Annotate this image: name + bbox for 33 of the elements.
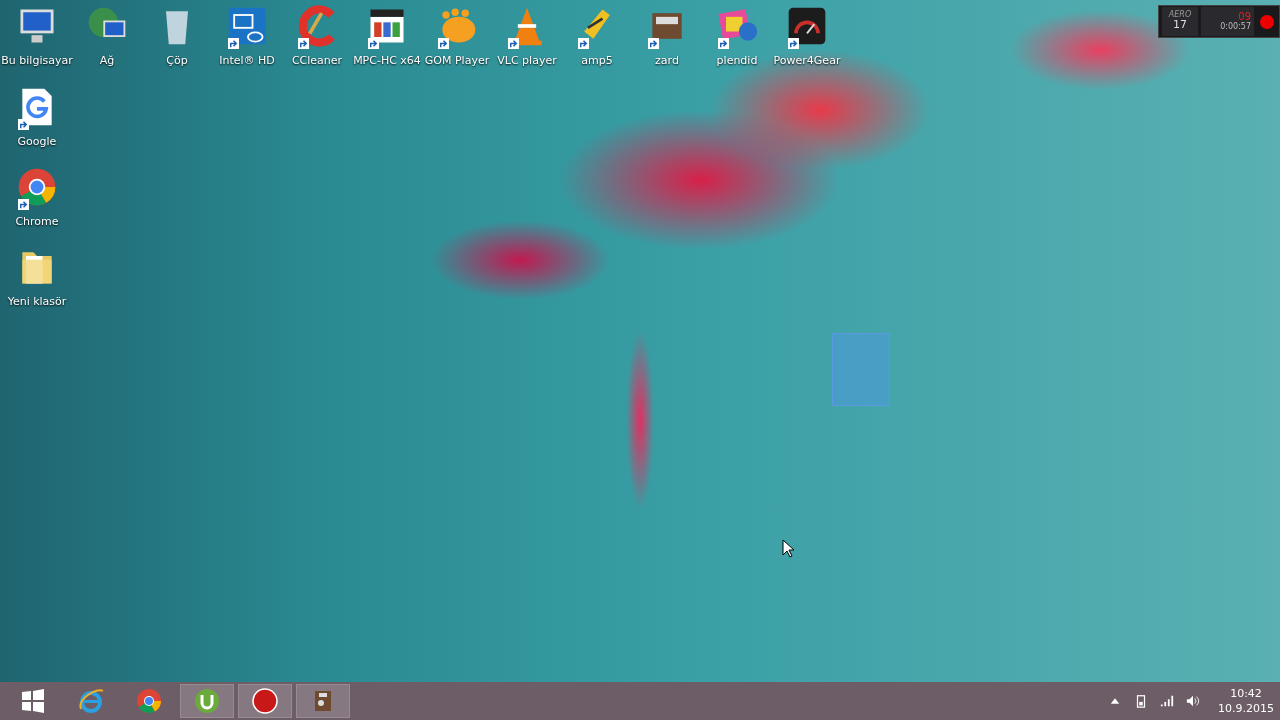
frame-count: 09: [1238, 12, 1251, 22]
desktop-shortcut[interactable]: zard: [632, 4, 702, 67]
desktop-shortcut[interactable]: amp5: [562, 4, 632, 67]
recording-dot-icon: [1260, 14, 1274, 29]
desktop-shortcut[interactable]: CCleaner: [282, 4, 352, 67]
desktop-shortcut[interactable]: Google: [2, 85, 72, 148]
fps-value: 17: [1173, 19, 1187, 32]
desktop-shortcut[interactable]: Power4Gear: [772, 4, 842, 67]
torrent-logo-icon: [193, 687, 221, 715]
taskbar-button[interactable]: [180, 684, 234, 718]
desktop-shortcut[interactable]: VLC player: [492, 4, 562, 67]
speaker-icon[interactable]: [1186, 694, 1200, 708]
windows-logo-icon: [19, 687, 47, 715]
taskbar-button[interactable]: [296, 684, 350, 718]
taskbar-button[interactable]: [238, 684, 292, 718]
desktop-shortcut[interactable]: Chrome: [2, 165, 72, 228]
desktop-shortcut[interactable]: MPC-HC x64: [352, 4, 422, 67]
desktop-shortcut[interactable]: Ağ: [72, 4, 142, 67]
desktop-shortcut[interactable]: Bu bilgisayar: [2, 4, 72, 67]
taskbar-clock[interactable]: 10:42 10.9.2015: [1208, 686, 1280, 716]
desktop-shortcut[interactable]: Yeni klasör: [2, 245, 72, 308]
desktop-shortcut[interactable]: Çöp: [142, 4, 212, 67]
chrome-icon: [135, 687, 163, 715]
mode-label: AERO: [1168, 11, 1192, 20]
desktop-shortcut[interactable]: GOM Player: [422, 4, 492, 67]
desktop-shortcut[interactable]: plendid: [702, 4, 772, 67]
desktop-shortcut[interactable]: Intel® HD: [212, 4, 282, 67]
battery-icon[interactable]: [1134, 694, 1148, 708]
mouse-pointer-icon: [782, 539, 794, 558]
elapsed-time: 0:00:57: [1220, 22, 1251, 31]
signal-bars-icon[interactable]: [1160, 694, 1174, 708]
record-icon: [251, 687, 279, 715]
ie-logo-icon: [77, 687, 105, 715]
